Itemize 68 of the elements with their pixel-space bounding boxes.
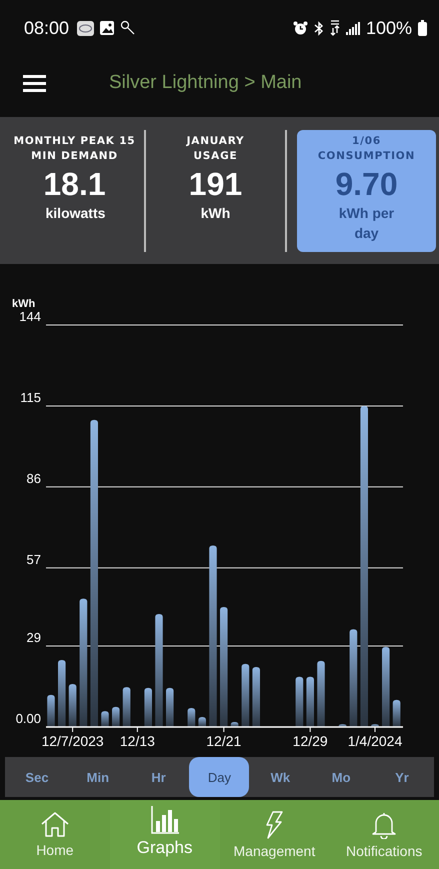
stat-value: 191 (188, 166, 242, 202)
x-tick-label: 12/7/2023 (41, 733, 104, 749)
range-tab[interactable]: Day (189, 757, 250, 797)
x-tick-label: 12/21 (206, 733, 242, 749)
y-axis-label: kWh (12, 298, 36, 310)
bar (371, 724, 379, 727)
x-tick-label: 1/4/2024 (348, 733, 402, 749)
bar (58, 660, 66, 727)
bar (242, 664, 250, 727)
stat-label: MONTHLY PEAK 15 MIN DEMAND (12, 134, 136, 164)
y-tick-label: 86 (26, 470, 41, 486)
bar-chart-icon (150, 806, 179, 834)
bar (47, 694, 55, 727)
nav-tab[interactable]: Notifications (329, 800, 439, 869)
bar (144, 688, 152, 727)
stat-unit: kWh per day (338, 204, 396, 242)
stat-unit: kWh (200, 204, 230, 222)
x-tick-label: 12/13 (120, 733, 155, 749)
bar (101, 711, 109, 727)
stat-card[interactable]: 1/06 CONSUMPTION 9.70 kWh per day (297, 130, 436, 252)
y-tick-label: 0.00 (16, 711, 41, 726)
bar (317, 660, 325, 727)
lightning-icon (264, 810, 284, 838)
bar (230, 722, 238, 727)
menu-icon[interactable] (23, 74, 46, 92)
bar (198, 716, 206, 727)
bar (122, 687, 130, 727)
range-tab[interactable]: Wk (250, 757, 310, 797)
stat-value: 9.70 (335, 166, 398, 202)
stat-label: JANUARY USAGE (185, 134, 246, 164)
image-icon (100, 21, 114, 35)
y-tick-label: 144 (19, 309, 41, 324)
bar (188, 708, 196, 727)
status-time: 08:00 (24, 18, 70, 38)
nav-tab[interactable]: Management (220, 800, 330, 869)
nav-tab[interactable]: Home (0, 800, 110, 869)
y-tick-label: 29 (26, 630, 41, 646)
range-tab[interactable]: Min (68, 757, 128, 797)
bar (296, 676, 304, 727)
stat-value: 18.1 (43, 166, 106, 202)
stat-label: 1/06 CONSUMPTION (316, 134, 416, 164)
battery-icon (418, 20, 427, 36)
range-tab[interactable]: Yr (372, 757, 432, 797)
bar (306, 676, 314, 727)
stat-unit: kilowatts (46, 204, 104, 222)
screen-title: Silver Lightning > Main (109, 72, 302, 94)
y-tick-label: 115 (20, 390, 41, 405)
x-tick-label: 12/29 (292, 733, 328, 749)
range-tab[interactable]: Sec (7, 757, 67, 797)
bar (338, 724, 346, 727)
bar (112, 706, 120, 727)
y-tick-label: 57 (26, 552, 41, 567)
alarm-icon (292, 20, 308, 36)
stat-card[interactable]: MONTHLY PEAK 15 MIN DEMAND 18.1 kilowatts (5, 130, 144, 252)
bar (68, 684, 76, 727)
range-tab[interactable]: Hr (128, 757, 189, 797)
data-arrows-icon (330, 20, 340, 36)
range-tab[interactable]: Mo (311, 757, 372, 797)
home-icon (40, 811, 70, 838)
signal-icon (346, 22, 360, 34)
bell-icon (371, 810, 398, 838)
stat-card[interactable]: JANUARY USAGE 191 kWh (146, 130, 285, 252)
bluetooth-icon (314, 20, 324, 36)
nav-tab[interactable]: Graphs (110, 800, 220, 869)
bar (166, 688, 174, 727)
battery-percentage: 100% (366, 18, 412, 38)
bar (252, 666, 260, 727)
bar (392, 700, 400, 727)
